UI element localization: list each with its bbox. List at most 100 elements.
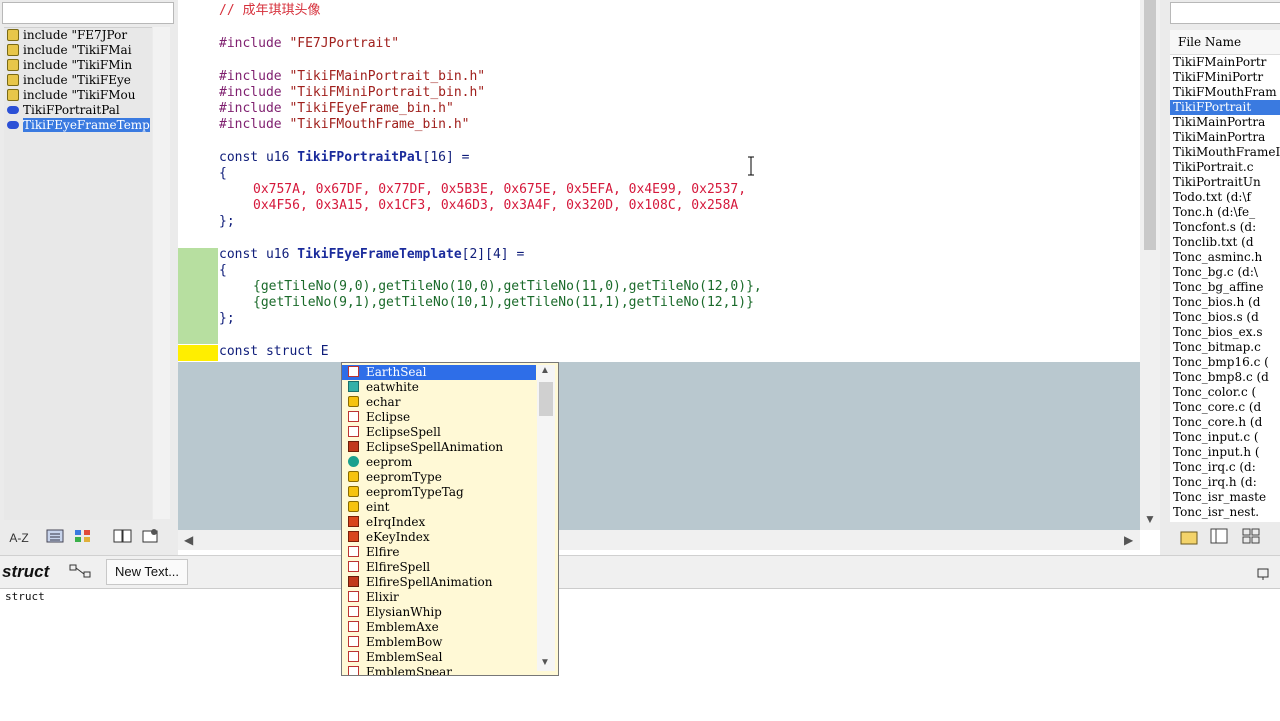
context-jump-button[interactable] xyxy=(68,562,98,587)
autocomplete-item-label: EmblemBow xyxy=(366,635,443,649)
file-item[interactable]: TikiPortrait.c xyxy=(1170,160,1280,175)
file-item[interactable]: TikiPortraitUn xyxy=(1170,175,1280,190)
autocomplete-scroll-thumb[interactable] xyxy=(539,382,553,416)
file-item[interactable]: Tonc_input.c ( xyxy=(1170,430,1280,445)
symbol-search-input[interactable] xyxy=(2,2,174,24)
autocomplete-item[interactable]: eepromType xyxy=(342,470,558,485)
autocomplete-list[interactable]: EarthSeal eatwhite echar Eclipse EclipseSpel… xyxy=(341,362,559,676)
editor-scroll-thumb[interactable] xyxy=(1144,0,1156,250)
file-item[interactable]: Tonc_bmp8.c (d xyxy=(1170,370,1280,385)
file-item[interactable]: TikiMainPortra xyxy=(1170,130,1280,145)
open-file-button[interactable] xyxy=(1178,528,1200,548)
code-line: const u16 TikiFEyeFrameTemplate[2][4] = xyxy=(219,247,525,262)
file-item[interactable]: TikiMouthFrameI xyxy=(1170,145,1280,160)
autocomplete-item[interactable]: Elfire xyxy=(342,545,558,560)
file-item[interactable]: Tonc_core.c (d xyxy=(1170,400,1280,415)
file-item[interactable]: Tonc_asminc.h xyxy=(1170,250,1280,265)
file-item[interactable]: Tonc.h (d:\fe_ xyxy=(1170,205,1280,220)
editor-horizontal-scrollbar[interactable]: ◀ ▶ xyxy=(178,530,1140,550)
autocomplete-item[interactable]: eatwhite xyxy=(342,380,558,395)
symbol-item[interactable]: include "TikiFMai xyxy=(4,43,152,58)
file-item[interactable]: Tonc_isr_nest. xyxy=(1170,505,1280,520)
file-view-button[interactable] xyxy=(1208,528,1230,548)
scroll-left-icon[interactable]: ◀ xyxy=(184,533,193,547)
file-item[interactable]: Tonc_bitmap.c xyxy=(1170,340,1280,355)
scroll-down-icon[interactable]: ▼ xyxy=(540,657,550,668)
file-item[interactable]: Tonc_bg.c (d:\ xyxy=(1170,265,1280,280)
autocomplete-item[interactable]: ElfireSpellAnimation xyxy=(342,575,558,590)
scroll-down-icon[interactable]: ▼ xyxy=(1144,512,1156,526)
symbol-item[interactable]: TikiFPortraitPal xyxy=(4,103,152,118)
scroll-up-icon[interactable]: ▲ xyxy=(540,365,550,376)
new-text-tab[interactable]: New Text... xyxy=(106,559,188,585)
grid-view-button[interactable] xyxy=(1240,528,1262,548)
file-item[interactable]: Tonclib.txt (d xyxy=(1170,235,1280,250)
file-item[interactable]: Toncfont.s (d: xyxy=(1170,220,1280,235)
file-item-selected[interactable]: TikiFPortrait xyxy=(1170,100,1280,115)
symbol-item[interactable]: include "TikiFMin xyxy=(4,58,152,73)
file-name-column-header[interactable]: File Name xyxy=(1170,30,1280,55)
file-item[interactable]: Tonc_bios_ex.s xyxy=(1170,325,1280,340)
file-item[interactable]: TikiFMouthFram xyxy=(1170,85,1280,100)
autocomplete-item[interactable]: eint xyxy=(342,500,558,515)
autocomplete-item[interactable]: eeprom xyxy=(342,455,558,470)
file-item[interactable]: TikiMainPortra xyxy=(1170,115,1280,130)
file-item[interactable]: Tonc_isr_maste xyxy=(1170,490,1280,505)
category-view-button[interactable] xyxy=(72,528,94,548)
pin-icon[interactable] xyxy=(1256,566,1270,585)
file-item[interactable]: Tonc_irq.c (d: xyxy=(1170,460,1280,475)
autocomplete-item-selected[interactable]: EarthSeal xyxy=(342,365,536,380)
autocomplete-item[interactable]: Elixir xyxy=(342,590,558,605)
file-item[interactable]: Tonc_input.h ( xyxy=(1170,445,1280,460)
macro-icon xyxy=(348,606,359,617)
file-item[interactable]: Tonc_color.c ( xyxy=(1170,385,1280,400)
autocomplete-item-label: EmblemAxe xyxy=(366,620,439,634)
properties-button[interactable] xyxy=(140,528,162,548)
file-item[interactable]: Tonc_irq.h (d: xyxy=(1170,475,1280,490)
editor-gutter xyxy=(178,0,218,362)
context-text-area[interactable]: struct xyxy=(0,588,1280,721)
file-item[interactable]: Tonc_bg_affine xyxy=(1170,280,1280,295)
symbol-item[interactable]: include "FE7JPor xyxy=(4,28,152,43)
autocomplete-item[interactable]: eepromTypeTag xyxy=(342,485,558,500)
autocomplete-item-label: ElfireSpellAnimation xyxy=(366,575,493,589)
list-view-button[interactable] xyxy=(44,528,66,548)
changed-lines-marker xyxy=(178,248,218,344)
file-item[interactable]: Tonc_bmp16.c ( xyxy=(1170,355,1280,370)
symbol-list-scrollbar[interactable] xyxy=(153,27,170,519)
category-icon xyxy=(75,530,90,542)
define-icon xyxy=(348,441,359,452)
sort-az-button[interactable]: A-Z xyxy=(8,528,30,548)
symbol-item[interactable]: include "TikiFEye xyxy=(4,73,152,88)
autocomplete-item[interactable]: EmblemSpear xyxy=(342,665,558,675)
symbol-item-selected[interactable]: TikiFEyeFrameTemp xyxy=(4,118,152,133)
autocomplete-item-label: eepromType xyxy=(366,470,442,484)
autocomplete-item[interactable]: echar xyxy=(342,395,558,410)
symbol-item[interactable]: include "TikiFMou xyxy=(4,88,152,103)
file-search-input[interactable] xyxy=(1170,2,1280,24)
symbol-list: include "FE7JPor include "TikiFMai inclu… xyxy=(4,27,152,520)
autocomplete-item[interactable]: eIrqIndex xyxy=(342,515,558,530)
file-item[interactable]: TikiFMainPortr xyxy=(1170,55,1280,70)
properties-icon xyxy=(142,529,158,543)
file-item[interactable]: Todo.txt (d:\f xyxy=(1170,190,1280,205)
autocomplete-item[interactable]: ElfireSpell xyxy=(342,560,558,575)
file-item[interactable]: Tonc_bios.h (d xyxy=(1170,295,1280,310)
scroll-right-icon[interactable]: ▶ xyxy=(1124,533,1133,547)
autocomplete-item[interactable]: EclipseSpellAnimation xyxy=(342,440,558,455)
autocomplete-item[interactable]: EmblemAxe xyxy=(342,620,558,635)
macro-icon xyxy=(348,621,359,632)
autocomplete-item[interactable]: EmblemSeal xyxy=(342,650,558,665)
autocomplete-item-label: ElfireSpell xyxy=(366,560,431,574)
autocomplete-item[interactable]: eKeyIndex xyxy=(342,530,558,545)
book-button[interactable] xyxy=(112,528,134,548)
file-item[interactable]: Tonc_bios.s (d xyxy=(1170,310,1280,325)
autocomplete-item[interactable]: EmblemBow xyxy=(342,635,558,650)
autocomplete-item[interactable]: ElysianWhip xyxy=(342,605,558,620)
autocomplete-item[interactable]: Eclipse xyxy=(342,410,558,425)
file-item[interactable]: Tonc_core.h (d xyxy=(1170,415,1280,430)
variable-icon xyxy=(348,456,359,467)
file-item[interactable]: TikiFMiniPortr xyxy=(1170,70,1280,85)
autocomplete-item[interactable]: EclipseSpell xyxy=(342,425,558,440)
autocomplete-item-label: EmblemSeal xyxy=(366,650,443,664)
